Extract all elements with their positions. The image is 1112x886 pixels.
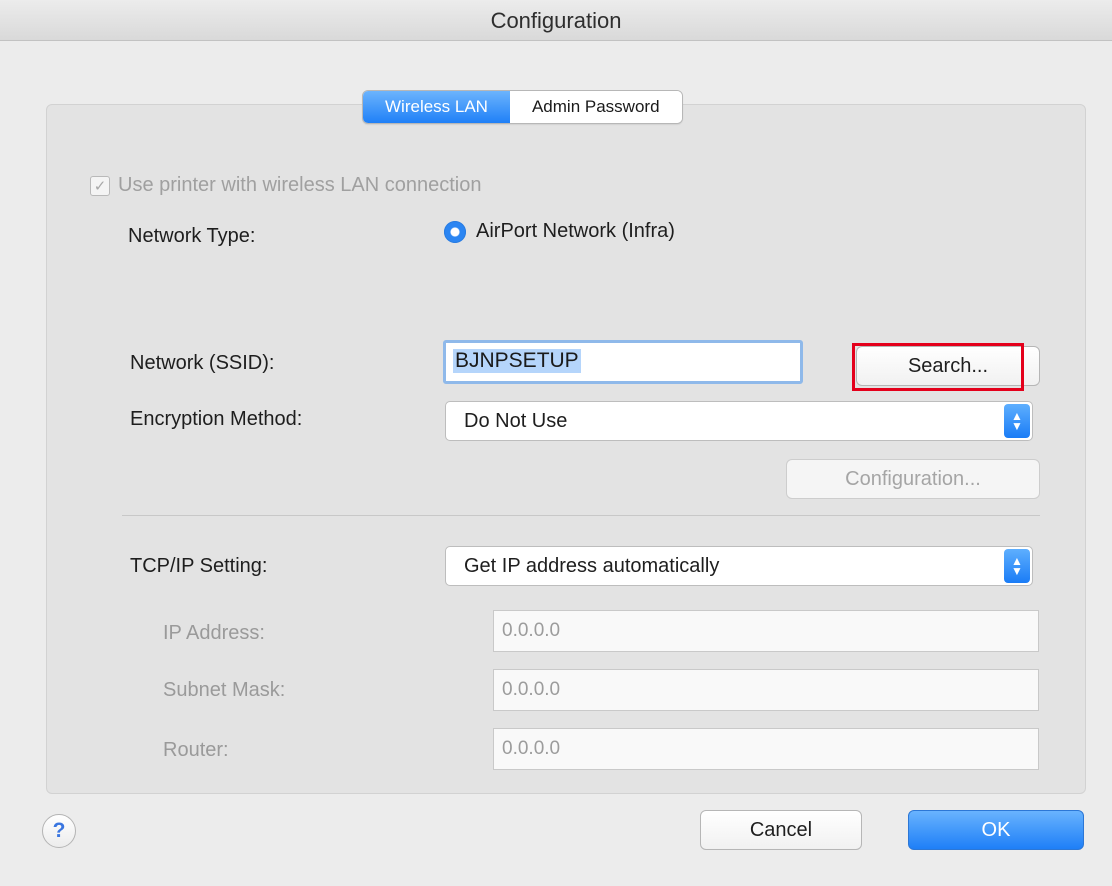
router-field[interactable]: 0.0.0.0: [493, 728, 1039, 770]
tab-bar: Wireless LAN Admin Password: [362, 90, 683, 124]
subnet-mask-field[interactable]: 0.0.0.0: [493, 669, 1039, 711]
use-wireless-checkbox-row[interactable]: ✓ Use printer with wireless LAN connecti…: [90, 174, 482, 197]
network-type-option-label: AirPort Network (Infra): [476, 220, 675, 242]
tcpip-setting-value: Get IP address automatically: [464, 555, 720, 577]
subnet-mask-value: 0.0.0.0: [502, 679, 561, 700]
encryption-method-select[interactable]: Do Not Use ▲ ▼: [445, 401, 1033, 441]
router-label: Router:: [163, 739, 229, 761]
section-divider: [122, 515, 1040, 516]
ssid-label: Network (SSID):: [130, 352, 275, 374]
ip-address-value: 0.0.0.0: [502, 620, 561, 641]
ip-address-field[interactable]: 0.0.0.0: [493, 610, 1039, 652]
subnet-mask-label: Subnet Mask:: [163, 679, 286, 701]
router-value: 0.0.0.0: [502, 738, 561, 759]
use-wireless-label: Use printer with wireless LAN connection: [118, 174, 482, 196]
network-type-label: Network Type:: [128, 225, 256, 247]
encryption-method-value: Do Not Use: [464, 410, 568, 432]
select-arrows-icon: ▲ ▼: [1004, 404, 1030, 438]
ssid-input[interactable]: BJNPSETUP: [443, 340, 803, 384]
cancel-button[interactable]: Cancel: [700, 810, 862, 850]
tcpip-setting-select[interactable]: Get IP address automatically ▲ ▼: [445, 546, 1033, 586]
tab-wireless-lan[interactable]: Wireless LAN: [363, 91, 510, 123]
network-type-radio-airport[interactable]: AirPort Network (Infra): [444, 220, 675, 243]
search-highlight-annotation: [852, 343, 1024, 391]
configuration-button[interactable]: Configuration...: [786, 459, 1040, 499]
tab-admin-password[interactable]: Admin Password: [509, 91, 682, 123]
ok-button[interactable]: OK: [908, 810, 1084, 850]
use-wireless-checkbox[interactable]: ✓: [90, 175, 110, 196]
ssid-value: BJNPSETUP: [453, 349, 581, 373]
select-arrows-icon: ▲ ▼: [1004, 549, 1030, 583]
ip-address-label: IP Address:: [163, 622, 265, 644]
window-titlebar: Configuration: [0, 0, 1112, 41]
window-title: Configuration: [490, 8, 622, 33]
tcpip-setting-label: TCP/IP Setting:: [130, 555, 268, 577]
encryption-method-label: Encryption Method:: [130, 408, 303, 430]
radio-selected-icon[interactable]: [444, 220, 466, 243]
help-button[interactable]: ?: [42, 814, 76, 848]
